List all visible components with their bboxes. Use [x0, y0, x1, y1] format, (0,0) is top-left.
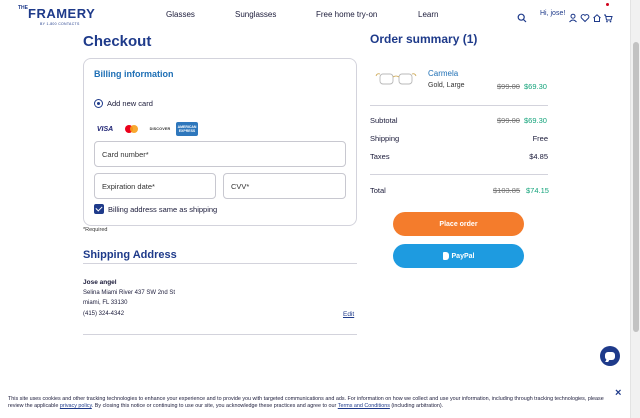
- cookie-text-part-3: (including arbitration).: [391, 403, 444, 409]
- shipping-city-line: miami, FL 33130: [83, 300, 128, 306]
- nav-sunglasses[interactable]: Sunglasses: [235, 10, 276, 19]
- same-as-shipping-checkbox[interactable]: [94, 204, 104, 214]
- shipping-phone-line: (415) 324-4342: [83, 311, 125, 317]
- cart-notification-dot: [606, 3, 609, 6]
- order-summary-title: Order summary (1): [370, 32, 478, 46]
- terms-link[interactable]: Terms and Conditions: [338, 403, 390, 409]
- cart-icon[interactable]: [603, 10, 613, 23]
- expiration-date-label: Expiration date*: [102, 182, 155, 191]
- same-as-shipping-label[interactable]: Billing address same as shipping: [108, 205, 217, 214]
- visa-logo: VISA: [96, 125, 114, 133]
- total-label: Total: [370, 186, 386, 195]
- billing-title: Billing information: [94, 69, 174, 79]
- paypal-icon: [442, 252, 449, 260]
- logo-subtitle: BY 1-800 CONTACTS: [40, 22, 80, 26]
- paypal-label: PayPal: [451, 252, 475, 260]
- product-name[interactable]: Carmela: [428, 69, 458, 78]
- logo-the: THE: [18, 5, 28, 11]
- required-note: *Required: [83, 227, 108, 233]
- framery-logo[interactable]: THE FRAMERY BY 1-800 CONTACTS: [18, 5, 95, 28]
- nav-learn[interactable]: Learn: [418, 10, 438, 19]
- chat-button[interactable]: [600, 346, 620, 366]
- cookie-text-part-2: . By closing this notice or continuing t…: [91, 403, 337, 409]
- subtotal-old-price: $99.00: [497, 116, 520, 125]
- cookie-notice-text: This site uses cookies and other trackin…: [8, 396, 612, 410]
- edit-shipping-link[interactable]: Edit: [343, 311, 354, 318]
- nav-glasses[interactable]: Glasses: [166, 10, 195, 19]
- nav-free-home-try-on[interactable]: Free home try-on: [316, 10, 377, 19]
- site-header: THE FRAMERY BY 1-800 CONTACTS Glasses Su…: [0, 0, 630, 32]
- total-old-price: $103.85: [493, 186, 521, 195]
- scrollbar-thumb[interactable]: [633, 42, 639, 332]
- page-scrollbar[interactable]: [630, 0, 640, 418]
- shipping-cost-value: Free: [532, 134, 548, 143]
- privacy-policy-link[interactable]: privacy policy: [60, 403, 92, 409]
- add-new-card-radio[interactable]: [94, 99, 103, 108]
- divider: [83, 334, 357, 335]
- divider: [83, 263, 357, 264]
- shipping-address-line: Selina Miami River 437 SW 2nd St: [83, 290, 176, 296]
- cvv-label: CVV*: [231, 182, 250, 191]
- product-old-price: $99.00: [497, 82, 520, 91]
- divider: [370, 105, 548, 106]
- amex-logo-text-bottom: EXPRESS: [178, 129, 196, 133]
- search-icon[interactable]: [517, 10, 527, 23]
- paypal-button[interactable]: PayPal: [393, 244, 524, 268]
- product-image: [375, 73, 417, 85]
- amex-logo: AMERICAN EXPRESS: [176, 122, 198, 136]
- subtotal-label: Subtotal: [370, 116, 398, 125]
- mastercard-logo: [121, 122, 143, 136]
- discover-logo: DISCOVER: [147, 122, 173, 136]
- taxes-value: $4.85: [529, 152, 548, 161]
- logo-wordmark: FRAMERY: [28, 6, 96, 21]
- page-title: Checkout: [83, 33, 152, 50]
- shipping-name: Jose angel: [83, 279, 117, 286]
- product-new-price: $69.30: [524, 82, 547, 91]
- place-order-button[interactable]: Place order: [393, 212, 524, 236]
- shipping-cost-label: Shipping: [370, 134, 400, 143]
- place-order-label: Place order: [439, 220, 478, 228]
- heart-icon[interactable]: [580, 10, 590, 23]
- expiration-date-field[interactable]: Expiration date*: [94, 173, 216, 199]
- greeting-text[interactable]: Hi, jose!: [540, 10, 565, 17]
- taxes-label: Taxes: [370, 152, 390, 161]
- chat-bubble-icon: [605, 352, 615, 360]
- cookie-banner: This site uses cookies and other trackin…: [0, 388, 630, 418]
- discover-logo-text: DISCOVER: [149, 127, 171, 131]
- product-variant: Gold, Large: [428, 82, 465, 89]
- add-new-card-label[interactable]: Add new card: [107, 99, 153, 108]
- home-icon[interactable]: [592, 10, 602, 22]
- card-number-label: Card number*: [102, 150, 149, 159]
- shipping-title: Shipping Address: [83, 249, 177, 261]
- user-icon[interactable]: [568, 10, 578, 23]
- divider: [370, 174, 548, 175]
- card-number-field[interactable]: Card number*: [94, 141, 346, 167]
- total-new-price: $74.15: [526, 186, 549, 195]
- subtotal-new-price: $69.30: [524, 116, 547, 125]
- cvv-field[interactable]: CVV*: [223, 173, 346, 199]
- close-icon[interactable]: ×: [615, 388, 621, 399]
